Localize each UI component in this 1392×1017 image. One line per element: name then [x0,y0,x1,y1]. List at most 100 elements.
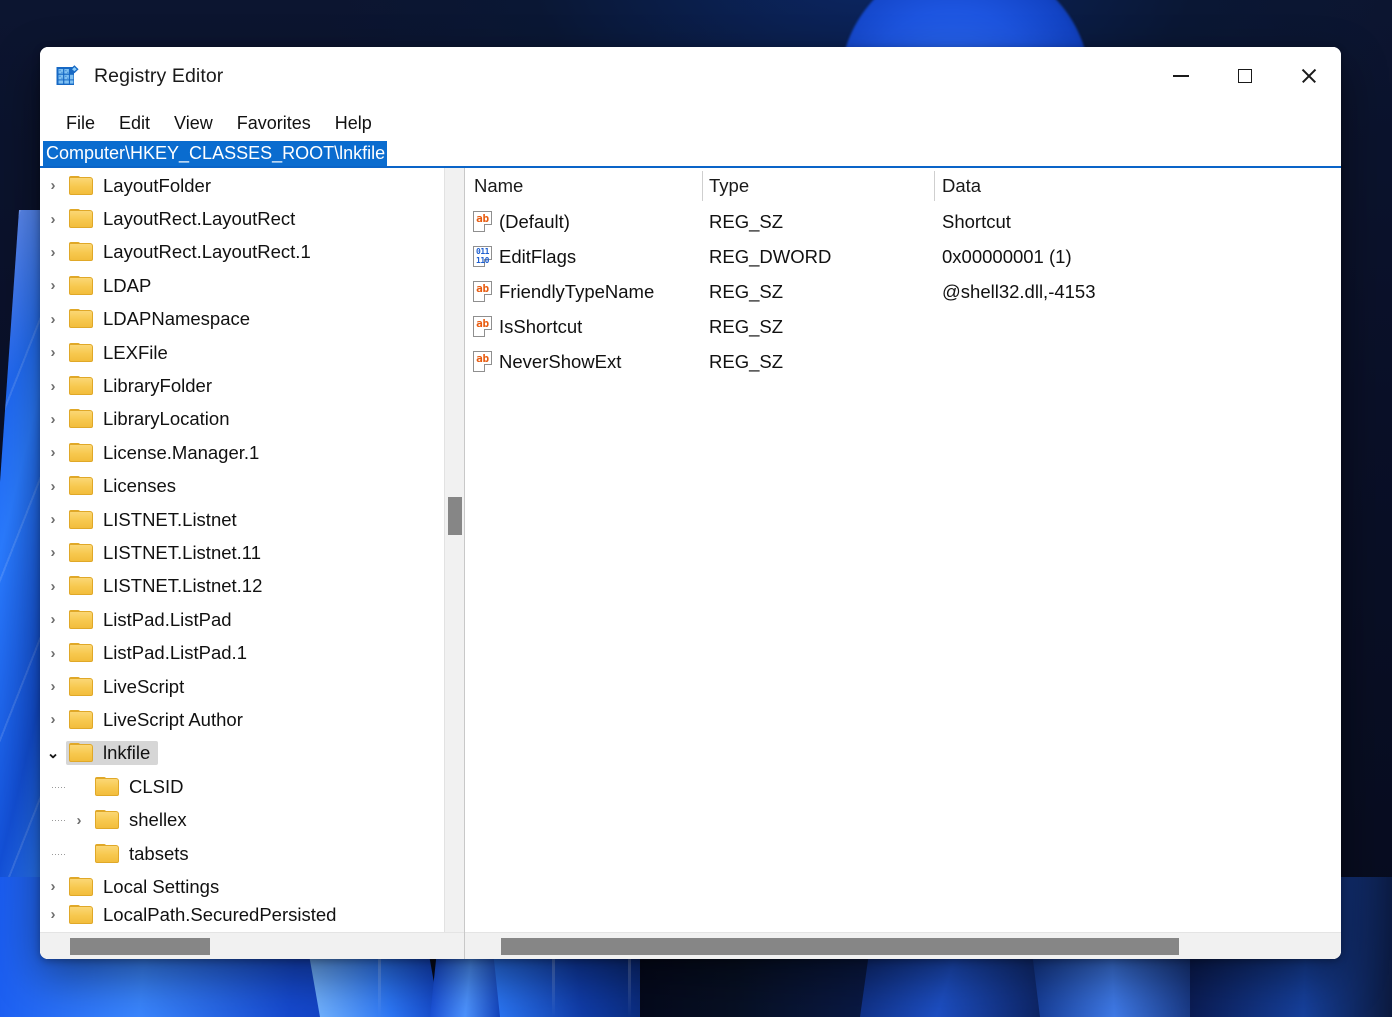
value-row[interactable]: abIsShortcutREG_SZ [465,309,1341,344]
tree-node-clsid[interactable]: ›CLSID [40,770,464,803]
chevron-right-icon[interactable]: › [40,311,66,328]
tree-node-hit[interactable]: Licenses [66,474,184,498]
chevron-right-icon[interactable]: › [40,906,66,923]
chevron-right-icon[interactable]: › [40,211,66,228]
tree-node-ldapnamespace[interactable]: ›LDAPNamespace [40,303,464,336]
column-header-data[interactable]: Data [935,168,1341,204]
chevron-down-icon[interactable]: ⌄ [40,744,66,762]
tree-node-listnet-listnet[interactable]: ›LISTNET.Listnet [40,503,464,536]
tree-node-hit[interactable]: License.Manager.1 [66,441,267,465]
value-name-cell: ab(Default) [465,210,703,233]
maximize-button[interactable] [1213,47,1277,105]
tree-node-hit[interactable]: LISTNET.Listnet.11 [66,541,269,565]
tree-node-hit[interactable]: LayoutFolder [66,174,219,198]
value-type-cell: REG_SZ [703,211,935,233]
tree-node-hit[interactable]: lnkfile [66,741,158,765]
tree-node-hit[interactable]: tabsets [92,842,197,866]
tree-node-listpad-listpad[interactable]: › ListPad.ListPad [40,603,464,636]
tree-node-hit[interactable]: LDAP [66,274,159,298]
chevron-right-icon[interactable]: › [40,711,66,728]
minimize-button[interactable] [1149,47,1213,105]
column-header-type[interactable]: Type [703,168,935,204]
tree-node-hit[interactable]: LocalPath.SecuredPersisted [66,903,344,927]
chevron-right-icon[interactable]: › [66,812,92,829]
chevron-right-icon[interactable]: › [40,544,66,561]
tree-node-layoutrect-layoutrect-1[interactable]: ›LayoutRect.LayoutRect.1 [40,236,464,269]
tree-node-livescript-author[interactable]: ›LiveScript Author [40,703,464,736]
tree-node-hit[interactable]: LayoutRect.LayoutRect [66,207,303,231]
tree-node-label: License.Manager.1 [103,442,259,464]
tree-node-label: LiveScript [103,676,184,698]
tree-node-hit[interactable]: LayoutRect.LayoutRect.1 [66,240,319,264]
chevron-right-icon[interactable]: › [40,344,66,361]
chevron-right-icon[interactable]: › [40,478,66,495]
tree-node-listpad-listpad-1[interactable]: ›ListPad.ListPad.1 [40,636,464,669]
tree-node-hit[interactable]: LEXFile [66,341,176,365]
tree-node-localpath-securedpersisted[interactable]: ›LocalPath.SecuredPersisted [40,904,464,926]
registry-editor-icon [54,63,80,89]
folder-icon [68,610,94,630]
tree-node-listnet-listnet-11[interactable]: ›LISTNET.Listnet.11 [40,536,464,569]
tree-node-local-settings[interactable]: ›Local Settings [40,870,464,903]
tree-node-hit[interactable]: ListPad.ListPad [66,608,240,632]
address-path-text[interactable]: Computer\HKEY_CLASSES_ROOT\lnkfile [43,141,387,167]
tree-node-hit[interactable]: LiveScript [66,675,192,699]
close-button[interactable] [1277,47,1341,105]
chevron-right-icon[interactable]: › [40,878,66,895]
tree-node-livescript[interactable]: › LiveScript [40,670,464,703]
tree-node-hit[interactable]: CLSID [92,775,192,799]
tree-node-layoutfolder[interactable]: › LayoutFolder [40,169,464,202]
tree-node-hit[interactable]: LISTNET.Listnet.12 [66,574,270,598]
tree-horizontal-scrollbar[interactable] [40,932,464,959]
tree-node-label: ListPad.ListPad [103,609,232,631]
chevron-right-icon[interactable]: › [40,244,66,261]
tree-node-hit[interactable]: Local Settings [66,875,227,899]
menu-file[interactable]: File [54,110,107,137]
value-row[interactable]: abNeverShowExtREG_SZ [465,344,1341,379]
tree-node-hit[interactable]: LDAPNamespace [66,307,258,331]
tree-node-hit[interactable]: LiveScript Author [66,708,251,732]
tree-node-shellex[interactable]: ›shellex [40,803,464,836]
menu-favorites[interactable]: Favorites [225,110,323,137]
menu-edit[interactable]: Edit [107,110,162,137]
tree-node-hit[interactable]: shellex [92,808,195,832]
tree-node-hit[interactable]: LibraryLocation [66,407,238,431]
tree-node-listnet-listnet-12[interactable]: ›LISTNET.Listnet.12 [40,570,464,603]
chevron-right-icon[interactable]: › [40,277,66,294]
value-row[interactable]: 011110EditFlagsREG_DWORD0x00000001 (1) [465,239,1341,274]
tree-node-ldap[interactable]: ›LDAP [40,269,464,302]
values-horizontal-scrollbar[interactable] [465,932,1341,959]
value-row[interactable]: ab(Default)REG_SZShortcut [465,204,1341,239]
chevron-right-icon[interactable]: › [40,678,66,695]
tree-vertical-scrollbar-thumb[interactable] [448,497,462,535]
tree-node-label: LayoutFolder [103,175,211,197]
values-horizontal-scrollbar-thumb[interactable] [501,938,1179,955]
chevron-right-icon[interactable]: › [40,411,66,428]
tree-node-hit[interactable]: ListPad.ListPad.1 [66,641,255,665]
tree-node-librarylocation[interactable]: ›LibraryLocation [40,403,464,436]
chevron-right-icon[interactable]: › [40,611,66,628]
folder-icon [68,309,94,329]
menu-help[interactable]: Help [323,110,384,137]
tree-node-licenses[interactable]: ›Licenses [40,470,464,503]
tree-node-hit[interactable]: LISTNET.Listnet [66,508,245,532]
column-header-name[interactable]: Name [465,168,703,204]
chevron-right-icon[interactable]: › [40,578,66,595]
tree-node-license-manager-1[interactable]: › License.Manager.1 [40,436,464,469]
tree-horizontal-scrollbar-thumb[interactable] [70,938,210,955]
chevron-right-icon[interactable]: › [40,177,66,194]
chevron-right-icon[interactable]: › [40,444,66,461]
value-row[interactable]: abFriendlyTypeNameREG_SZ@shell32.dll,-41… [465,274,1341,309]
tree-node-libraryfolder[interactable]: ›LibraryFolder [40,369,464,402]
chevron-right-icon[interactable]: › [40,511,66,528]
address-bar[interactable]: Computer\HKEY_CLASSES_ROOT\lnkfile [40,141,1341,168]
tree-node-tabsets[interactable]: ›tabsets [40,837,464,870]
tree-node-layoutrect-layoutrect[interactable]: ›LayoutRect.LayoutRect [40,202,464,235]
tree-node-hit[interactable]: LibraryFolder [66,374,220,398]
tree-node-lnkfile[interactable]: ⌄lnkfile [40,737,464,770]
chevron-right-icon[interactable]: › [40,378,66,395]
menu-view[interactable]: View [162,110,225,137]
tree-vertical-scrollbar[interactable] [444,168,464,932]
chevron-right-icon[interactable]: › [40,645,66,662]
tree-node-lexfile[interactable]: ›LEXFile [40,336,464,369]
